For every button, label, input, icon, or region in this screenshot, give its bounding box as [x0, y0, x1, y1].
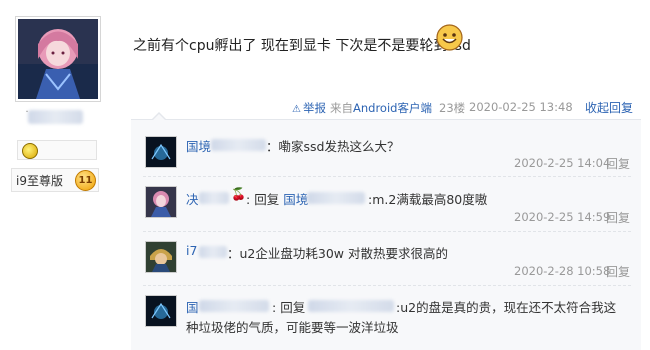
reply-avatar[interactable]: [145, 241, 177, 273]
warning-icon: ⚠: [292, 104, 301, 115]
reply-username[interactable]: 国境: [186, 139, 211, 154]
reply-button[interactable]: 回复: [606, 263, 630, 280]
cherry-icon: 🍒: [231, 187, 246, 201]
reply-time: 2020-2-25 14:59: [514, 210, 611, 224]
colon: ：: [266, 139, 279, 154]
reply-time: 2020-2-28 10:58: [514, 264, 611, 278]
username-blurred[interactable]: [28, 110, 83, 124]
list-item: 决: [186, 189, 199, 208]
username-blurred: [199, 246, 227, 258]
reply-to-username[interactable]: 国境: [283, 192, 308, 207]
avatar-image: [146, 296, 176, 326]
reply-text: :m.2满载最高80度嗷: [368, 192, 488, 207]
reply-text: 嘞家ssd发热这么大？: [278, 139, 400, 154]
divider: [143, 231, 631, 232]
level-badge: 11: [75, 170, 96, 191]
username-blurred: [308, 300, 394, 312]
reply-button[interactable]: 回复: [606, 155, 630, 172]
member-badge: [17, 140, 97, 160]
source-app-link[interactable]: Android客户端: [353, 101, 432, 115]
list-item: 国: [186, 297, 199, 316]
coin-icon: [22, 143, 38, 159]
reply-username[interactable]: 决: [186, 192, 199, 207]
username-prefix: ˙: [24, 109, 30, 123]
source-prefix: 来自: [330, 101, 353, 115]
username-blurred: [307, 192, 365, 204]
avatar-image: [146, 242, 176, 272]
list-item: 国境: [186, 136, 211, 155]
vip-label: i9至尊版: [16, 174, 63, 188]
reply-avatar[interactable]: [145, 295, 177, 327]
reply-to-label: 回复: [254, 192, 280, 207]
reply-pointer-inner: [153, 114, 165, 120]
floor-number: 23楼: [439, 101, 466, 115]
avatar-image: [18, 19, 98, 99]
reply-username[interactable]: 国: [186, 300, 199, 315]
post-source: 来自Android客户端: [330, 100, 432, 116]
reply-text: :u2的盘是真的贵，现在还不太符合我这: [396, 300, 617, 315]
reply-username[interactable]: i7: [186, 243, 197, 258]
divider: [143, 285, 631, 286]
reply-button[interactable]: 回复: [606, 209, 630, 226]
divider: [143, 176, 631, 177]
report-link[interactable]: ⚠ 举报: [292, 100, 326, 116]
reply-avatar[interactable]: [145, 186, 177, 218]
username-blurred: [199, 192, 229, 204]
vip-level-badge[interactable]: i9至尊版 11: [11, 168, 99, 192]
username-blurred: [199, 300, 269, 312]
reply-text-row: ：嘞家ssd发热这么大？: [266, 136, 399, 155]
user-avatar[interactable]: [15, 16, 101, 102]
reply-text-row: : 回复 国境: [246, 192, 309, 207]
reply-to-label: 回复: [280, 300, 306, 315]
reply-text-continued: 种垃圾佬的气质，可能要等一波洋垃圾: [186, 320, 399, 335]
post-time: 2020-02-25 13:48: [469, 100, 573, 114]
list-item: i7: [186, 243, 197, 258]
report-label: 举报: [302, 101, 326, 115]
avatar-image: [146, 137, 176, 167]
avatar-image: [146, 187, 176, 217]
username-blurred: [211, 139, 266, 151]
reply-to-label-row: : 回复: [272, 300, 306, 315]
smiley-emoji-icon: [436, 24, 463, 51]
reply-text: ：u2企业盘功耗30w 对散热要求很高的: [227, 246, 448, 261]
reply-time: 2020-2-25 14:04: [514, 156, 611, 170]
post-content: 之前有个cpu孵出了 现在到显卡 下次是不是要轮到ssd: [133, 38, 471, 54]
reply-avatar[interactable]: [145, 136, 177, 168]
collapse-replies-link[interactable]: 收起回复: [585, 99, 633, 116]
